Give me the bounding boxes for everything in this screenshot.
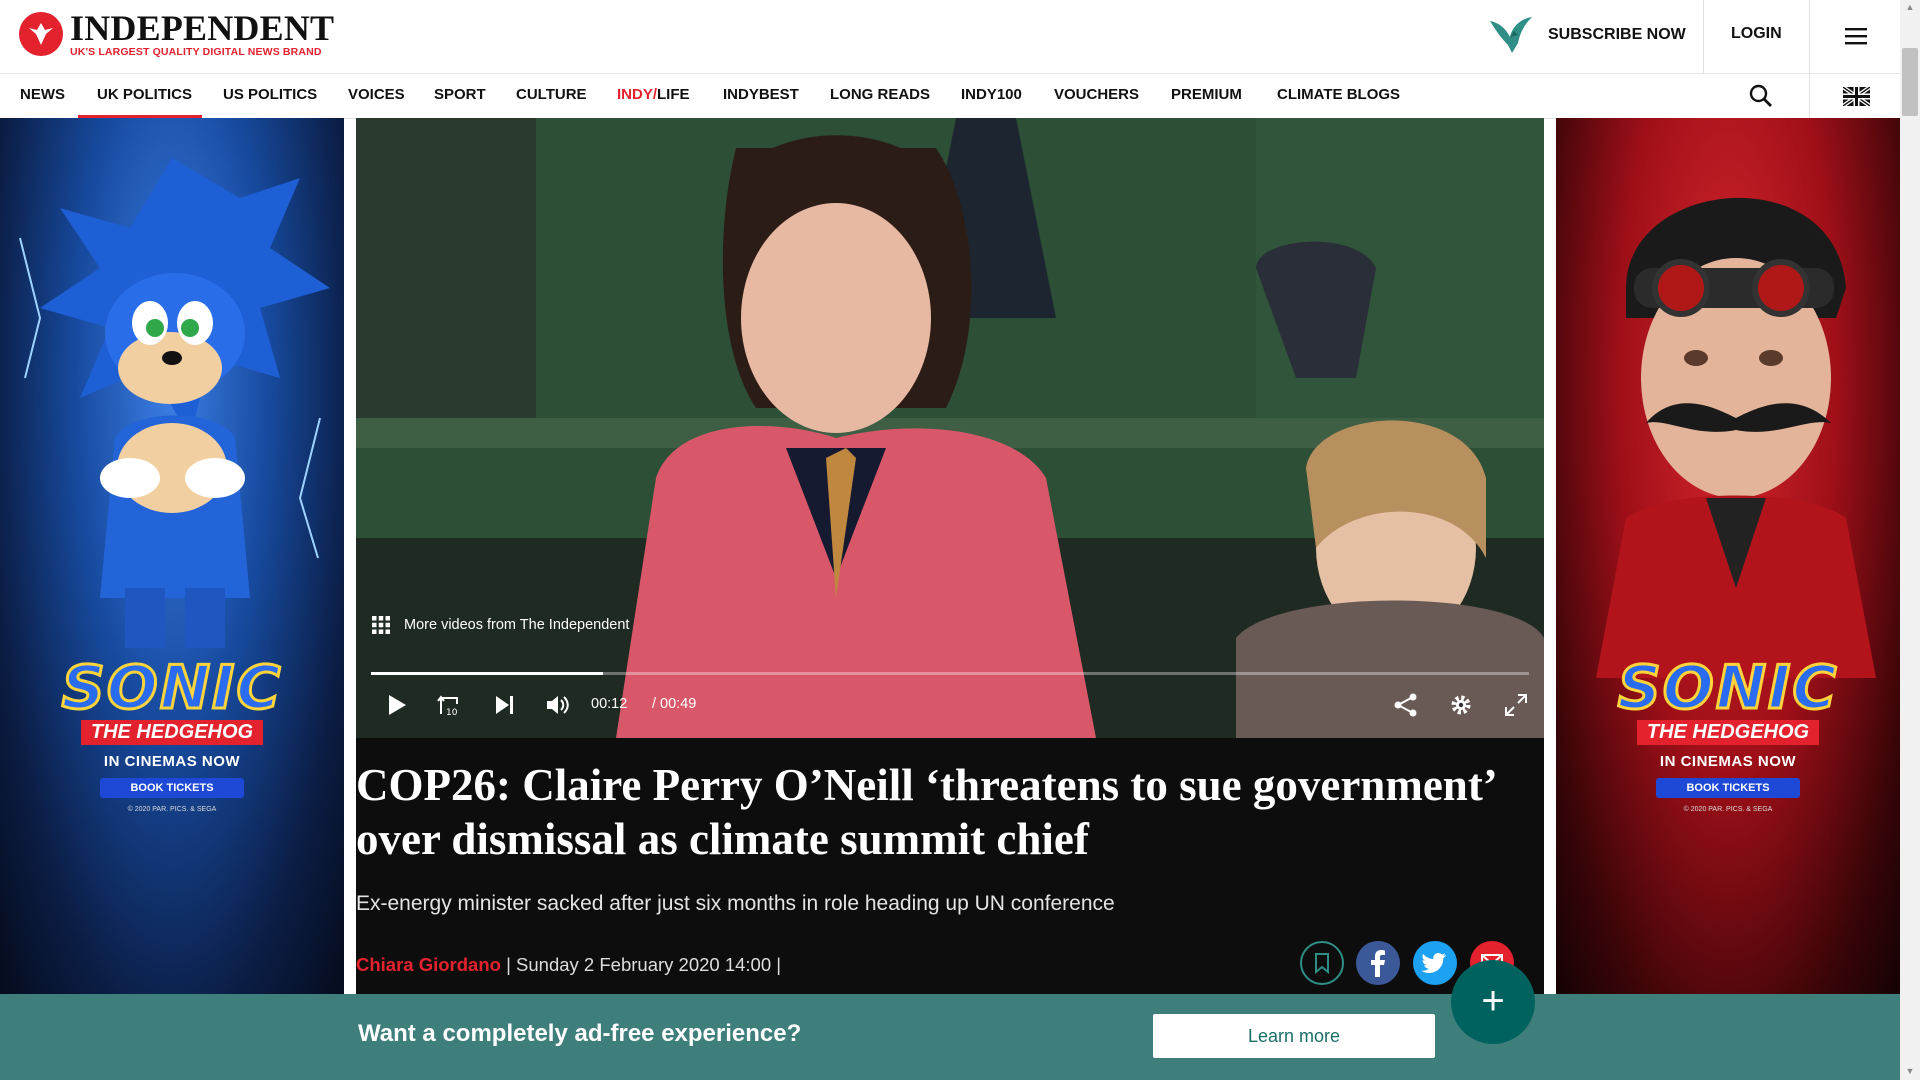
nav-indy-life[interactable]: INDY/LIFE: [617, 74, 690, 118]
nav-indybest[interactable]: INDYBEST: [723, 74, 799, 118]
ad-free-banner: Want a completely ad-free experience? Le…: [0, 994, 1900, 1080]
nav-news[interactable]: NEWS: [20, 74, 65, 118]
scrollbar-thumb[interactable]: [1902, 48, 1918, 116]
video-controls: 10 00:12 / 00:49: [371, 688, 1529, 722]
section-nav: NEWS UK POLITICS US POLITICS VOICES SPOR…: [0, 74, 1900, 119]
video-current-time: 00:12: [591, 696, 628, 712]
brand-tagline: UK'S LARGEST QUALITY DIGITAL NEWS BRAND: [70, 46, 322, 59]
video-progress-fill: [371, 672, 603, 675]
byline-trailing-separator: |: [771, 954, 782, 975]
scroll-down-arrow-icon[interactable]: ▼: [1905, 1066, 1915, 1076]
nav-vouchers[interactable]: VOUCHERS: [1054, 74, 1139, 118]
nav-us-politics[interactable]: US POLITICS: [223, 74, 317, 118]
video-player[interactable]: More videos from The Independent 10 00:1…: [356, 118, 1544, 738]
skip-next-icon[interactable]: [491, 692, 517, 718]
ad-cinemas: IN CINEMAS NOW: [103, 753, 241, 770]
brand-name: INDEPENDENT: [70, 8, 335, 49]
grid-icon: [372, 616, 390, 634]
right-sonic-ad[interactable]: SONIC THE HEDGEHOG IN CINEMAS NOW BOOK T…: [1556, 118, 1900, 994]
nav-long-reads[interactable]: LONG READS: [830, 74, 930, 118]
nav-climate-blogs[interactable]: CLIMATE BLOGS: [1277, 74, 1400, 118]
header-divider: [1809, 0, 1810, 73]
ad-copyright: © 2020 PAR. PICS. & SEGA: [127, 806, 217, 813]
video-duration: / 00:49: [652, 696, 697, 712]
ad-book-tickets-button[interactable]: BOOK TICKETS: [1656, 778, 1800, 798]
eagle-icon: [1490, 17, 1532, 53]
svg-text:10: 10: [446, 708, 458, 718]
video-progress-bar[interactable]: [371, 672, 1529, 675]
search-icon[interactable]: [1748, 83, 1774, 109]
bookmark-icon[interactable]: [1300, 941, 1344, 985]
nav-indy-life-suffix: LIFE: [657, 86, 690, 103]
ad-title: SONIC: [1616, 653, 1839, 723]
site-header: INDEPENDENT UK'S LARGEST QUALITY DIGITAL…: [0, 0, 1900, 74]
eagle-logo-icon: [19, 12, 63, 56]
article-headline: COP26: Claire Perry O’Neill ‘threatens t…: [356, 760, 1495, 864]
byline-separator: |: [500, 954, 517, 975]
ad-title: SONIC: [60, 653, 283, 723]
independent-logo[interactable]: INDEPENDENT UK'S LARGEST QUALITY DIGITAL…: [19, 8, 334, 60]
ad-free-text: Want a completely ad-free experience?: [358, 1020, 802, 1047]
article-column: More videos from The Independent 10 00:1…: [356, 118, 1544, 994]
ad-subtitle: THE HEDGEHOG: [80, 720, 264, 745]
nav-sport[interactable]: SPORT: [434, 74, 486, 118]
add-expand-button[interactable]: +: [1451, 960, 1535, 1044]
facebook-icon[interactable]: [1356, 941, 1400, 985]
ad-book-tickets-button[interactable]: BOOK TICKETS: [100, 778, 244, 798]
ad-copyright: © 2020 PAR. PICS. & SEGA: [1683, 806, 1773, 813]
twitter-icon[interactable]: [1413, 941, 1457, 985]
article-standfirst: Ex-energy minister sacked after just six…: [356, 892, 1115, 915]
robotnik-character-image: [1596, 197, 1876, 678]
sonic-character-image: [19, 158, 330, 648]
play-icon[interactable]: [383, 692, 409, 718]
nav-premium[interactable]: PREMIUM: [1171, 74, 1242, 118]
hamburger-menu-icon[interactable]: [1841, 23, 1871, 49]
video-frame-image: [356, 118, 1544, 738]
left-sonic-ad[interactable]: SONIC THE HEDGEHOG IN CINEMAS NOW BOOK T…: [0, 118, 344, 994]
more-videos-label: More videos from The Independent: [404, 617, 630, 633]
nav-culture[interactable]: CULTURE: [516, 74, 587, 118]
login-button[interactable]: LOGIN: [1731, 25, 1782, 43]
scroll-up-arrow-icon[interactable]: ▲: [1905, 2, 1915, 12]
nav-indy-life-prefix: INDY/: [617, 86, 658, 103]
volume-icon[interactable]: [545, 692, 571, 718]
header-divider: [1703, 0, 1704, 73]
subscribe-button[interactable]: SUBSCRIBE NOW: [1488, 12, 1686, 58]
ad-cinemas: IN CINEMAS NOW: [1659, 753, 1797, 770]
article-byline: Chiara Giordano | Sunday 2 February 2020…: [356, 954, 781, 976]
share-icon[interactable]: [1393, 692, 1419, 718]
page-scrollbar[interactable]: ▲ ▼: [1900, 0, 1920, 1080]
rewind-10-icon[interactable]: 10: [437, 692, 463, 718]
settings-gear-icon[interactable]: [1448, 692, 1474, 718]
uk-flag-icon[interactable]: [1841, 85, 1872, 108]
fullscreen-icon[interactable]: [1503, 692, 1529, 718]
nav-uk-politics[interactable]: UK POLITICS: [77, 74, 203, 118]
nav-indy100[interactable]: INDY100: [961, 74, 1022, 118]
nav-divider: [1809, 74, 1810, 118]
article-date: Sunday 2 February 2020 14:00: [516, 954, 772, 975]
ad-subtitle: THE HEDGEHOG: [1636, 720, 1820, 745]
more-videos-link[interactable]: More videos from The Independent: [372, 616, 629, 634]
subscribe-label: SUBSCRIBE NOW: [1548, 26, 1686, 43]
author-link[interactable]: Chiara Giordano: [356, 954, 501, 975]
learn-more-button[interactable]: Learn more: [1153, 1014, 1435, 1058]
nav-voices[interactable]: VOICES: [348, 74, 405, 118]
